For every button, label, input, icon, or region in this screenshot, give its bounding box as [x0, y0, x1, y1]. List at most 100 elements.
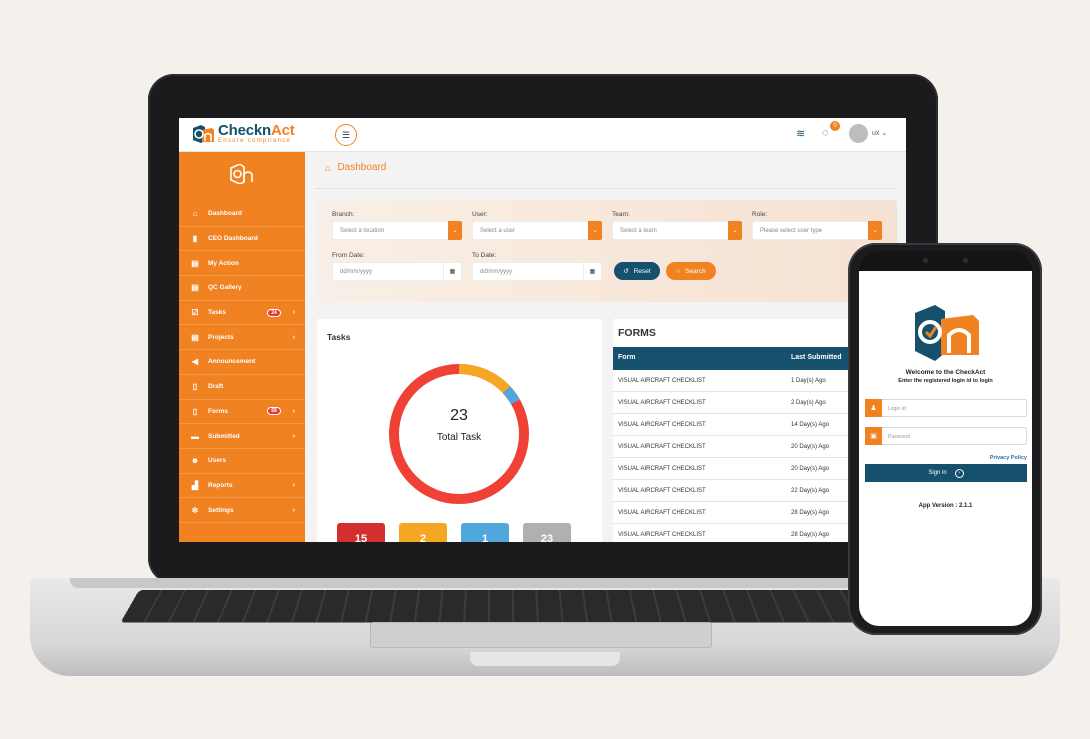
checknact-shield-logo-icon [911, 305, 981, 361]
sidebar-item-settings[interactable]: ✲ Settings › [179, 498, 305, 523]
sign-in-button[interactable]: Sign in › [865, 464, 1027, 482]
total-task-label: Total Task [387, 432, 531, 443]
donut-segment-pending [459, 369, 507, 390]
chevron-right-icon: › [293, 507, 295, 514]
form-name: VISUAL AIRCRAFT CHECKLIST [618, 400, 706, 406]
privacy-policy-link[interactable]: Privacy Policy [990, 455, 1027, 461]
user-select[interactable]: Select a user ⌄ [472, 221, 602, 240]
sidebar-item-label: Forms [208, 408, 228, 415]
sidebar-item-draft[interactable]: ▯ Draft [179, 375, 305, 400]
team-select-value: Select a team [620, 228, 657, 234]
stat-card-pending[interactable]: 2 [399, 523, 447, 542]
column-header-last-submitted[interactable]: Last Submitted [791, 354, 842, 361]
home-icon: ⌂ [325, 163, 330, 173]
reset-button[interactable]: ↺ Reset [614, 262, 660, 280]
sidebar-item-tasks[interactable]: ☑ Tasks 24 › [179, 301, 305, 326]
camera-icon [923, 258, 928, 263]
sidebar-logo-icon [229, 164, 255, 184]
laptop-screen: ChecknAct Ensure compliance ☰ ≋ ◌ 0 ux ⌄… [179, 118, 906, 542]
sidebar-item-ceo-dashboard[interactable]: ▮ CEO Dashboard [179, 227, 305, 252]
forms-count-badge: 69 [267, 407, 281, 415]
sidebar-item-label: Reports [208, 482, 233, 489]
stat-card-total[interactable]: 23 [523, 523, 571, 542]
tasks-count-badge: 24 [267, 309, 281, 317]
forms-title: FORMS [618, 327, 656, 339]
user-menu[interactable]: ux ⌄ [872, 129, 887, 137]
search-button[interactable]: ○ Search [666, 262, 716, 280]
sidebar-item-label: Users [208, 457, 226, 464]
team-select[interactable]: Select a team ⌄ [612, 221, 742, 240]
phone-screen: Welcome to the CheckAct Enter the regist… [859, 271, 1032, 626]
sidebar-item-forms[interactable]: ▯ Forms 69 › [179, 400, 305, 425]
hamburger-menu-button[interactable]: ☰ [335, 124, 357, 146]
password-placeholder: Password [888, 434, 910, 440]
form-name: VISUAL AIRCRAFT CHECKLIST [618, 532, 706, 538]
from-date-input[interactable]: dd/mm/yyyy ▦ [332, 262, 462, 281]
sidebar-item-label: QC Gallery [208, 284, 242, 291]
branch-select[interactable]: Select a location ⌄ [332, 221, 462, 240]
chevron-down-icon: ⌄ [448, 221, 462, 240]
team-label: Team: [612, 211, 630, 218]
sidebar-item-projects[interactable]: ▤ Projects › [179, 325, 305, 350]
database-icon[interactable]: ≋ [796, 127, 805, 140]
bar-chart-icon: ▮ [188, 234, 202, 243]
sidebar-item-reports[interactable]: ▟ Reports › [179, 474, 305, 499]
last-submitted: 1 Day(s) Ago [791, 378, 826, 384]
sidebar-item-announcement[interactable]: ◀ Announcement [179, 350, 305, 375]
top-bar: ChecknAct Ensure compliance ☰ ≋ ◌ 0 ux ⌄ [179, 118, 906, 152]
divider [315, 188, 897, 189]
sidebar-item-label: Dashboard [208, 210, 242, 217]
sidebar-item-submitted[interactable]: ▬ Submitted › [179, 424, 305, 449]
stat-card-overdue[interactable]: 15 [337, 523, 385, 542]
sidebar-item-label: Submitted [208, 433, 240, 440]
filter-panel: Branch: Select a location ⌄ User: Select… [317, 200, 897, 302]
to-date-label: To Date: [472, 252, 496, 259]
stat-card-in-progress[interactable]: 1 [461, 523, 509, 542]
login-id-field[interactable]: ♟ Login Id [865, 399, 1027, 417]
login-id-placeholder: Login Id [888, 406, 906, 412]
brand-logo[interactable]: ChecknAct Ensure compliance [191, 123, 295, 144]
home-icon: ⌂ [188, 209, 202, 218]
chat-icon[interactable]: ◌ [822, 127, 829, 139]
sidebar-item-label: Tasks [208, 309, 226, 316]
total-task-count: 23 [387, 407, 531, 425]
password-field[interactable]: ▣ Password [865, 427, 1027, 445]
sidebar-item-dashboard[interactable]: ⌂ Dashboard [179, 202, 305, 227]
sidebar-item-label: Announcement [208, 358, 255, 365]
reset-label: Reset [634, 268, 651, 275]
tasks-card: Tasks 23 Total Task 15 2 1 23 [317, 319, 602, 542]
chevron-down-icon: ⌄ [868, 221, 882, 240]
sidebar-item-my-action[interactable]: ▤ My Action [179, 251, 305, 276]
sidebar-item-users[interactable]: ☻ Users [179, 449, 305, 474]
form-icon: ▯ [188, 407, 202, 416]
column-header-form[interactable]: Form [618, 354, 636, 361]
chevron-right-icon: › [293, 309, 295, 316]
lock-icon: ▣ [865, 427, 882, 445]
calendar-icon[interactable]: ▦ [583, 263, 601, 280]
role-select[interactable]: Please select user type ⌄ [752, 221, 882, 240]
form-name: VISUAL AIRCRAFT CHECKLIST [618, 488, 706, 494]
chevron-down-icon: ⌄ [588, 221, 602, 240]
sidebar-item-label: My Action [208, 260, 239, 267]
chevron-down-icon: ⌄ [728, 221, 742, 240]
clipboard-icon: ▤ [188, 333, 202, 342]
sidebar-item-label: Draft [208, 383, 223, 390]
branch-select-value: Select a location [340, 228, 384, 234]
search-label: Search [685, 268, 706, 275]
chevron-right-icon: › [293, 433, 295, 440]
laptop-trackpad [370, 622, 712, 648]
login-subtitle: Enter the registered login id to login [859, 378, 1032, 384]
sidebar: ⌂ Dashboard ▮ CEO Dashboard ▤ My Action … [179, 152, 305, 542]
chevron-down-icon: ⌄ [881, 130, 887, 137]
notification-badge: 0 [830, 121, 840, 131]
to-date-input[interactable]: dd/mm/yyyy ▦ [472, 262, 602, 281]
inbox-icon: ▬ [188, 432, 202, 441]
sidebar-item-qc-gallery[interactable]: ▤ QC Gallery [179, 276, 305, 301]
calendar-icon[interactable]: ▦ [443, 263, 461, 280]
users-icon: ☻ [188, 456, 202, 465]
clipboard-icon: ▤ [188, 259, 202, 268]
brand-name: ChecknAct [218, 123, 295, 138]
report-icon: ▟ [188, 481, 202, 490]
avatar[interactable] [849, 124, 868, 143]
megaphone-icon: ◀ [188, 357, 202, 366]
